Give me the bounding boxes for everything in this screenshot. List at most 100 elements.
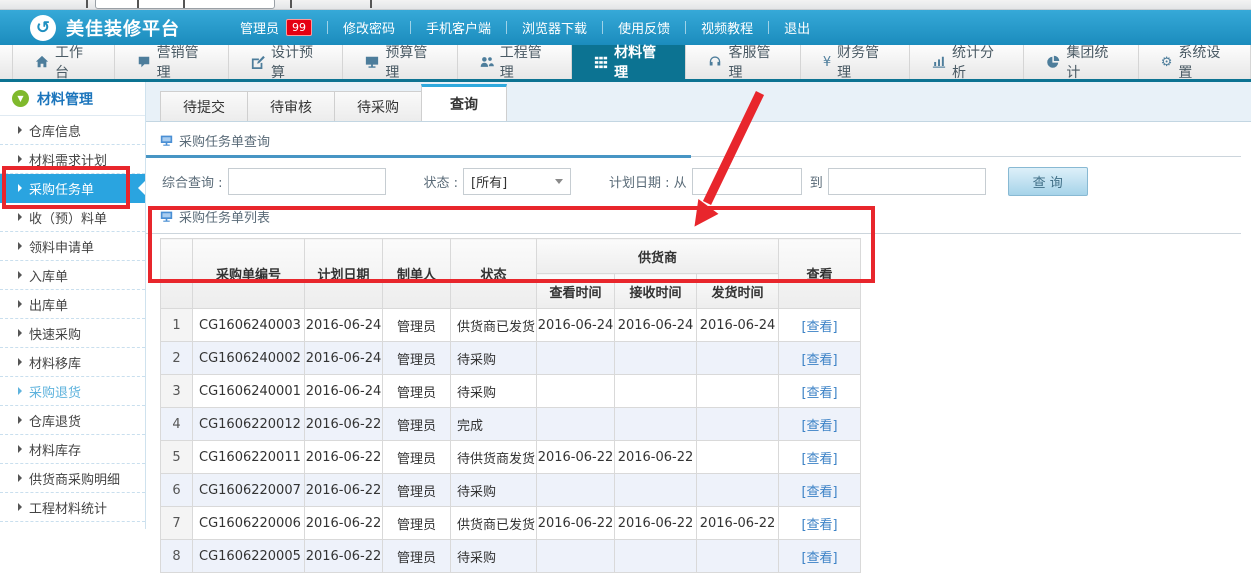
nav-item-engineering[interactable]: 工程管理 xyxy=(458,45,572,79)
tab-pending-purchase[interactable]: 待采购 xyxy=(334,91,422,121)
cell-plan-date: 2016-06-24 xyxy=(305,309,383,342)
gear-icon: ⚙ xyxy=(1161,55,1173,70)
nav-item-design-budget[interactable]: 设计预算 xyxy=(229,45,343,79)
cell-ship-time xyxy=(697,540,779,573)
nav-item-budget[interactable]: 预算管理 xyxy=(343,45,457,79)
cell-code: CG1606220011 xyxy=(193,441,305,474)
sidebar-item-purchase-return[interactable]: 采购退货 xyxy=(0,377,145,406)
topbar-link-mobile-client[interactable]: 手机客户端 xyxy=(426,18,491,37)
plan-date-to-input[interactable] xyxy=(828,168,986,195)
triangle-icon xyxy=(18,242,22,250)
plan-date-from-input[interactable] xyxy=(692,168,802,195)
nav-item-system-settings[interactable]: ⚙ 系统设置 xyxy=(1139,45,1251,79)
status-select[interactable]: [所有] xyxy=(463,168,571,195)
nav-item-group-stats[interactable]: 集团统计 xyxy=(1024,45,1138,79)
cell-status: 待采购 xyxy=(451,474,537,507)
separator xyxy=(768,21,769,34)
topbar-link-feedback[interactable]: 使用反馈 xyxy=(618,18,670,37)
triangle-icon xyxy=(18,271,22,279)
grid-icon xyxy=(594,55,608,69)
nav-item-marketing[interactable]: 营销管理 xyxy=(115,45,229,79)
combined-query-input[interactable] xyxy=(228,168,386,195)
triangle-icon xyxy=(18,387,22,395)
sidebar-item-warehouse-return[interactable]: 仓库退货 xyxy=(0,406,145,435)
triangle-icon xyxy=(18,184,22,192)
list-section-title: 采购任务单列表 xyxy=(179,207,270,226)
nav-item-customer-service[interactable]: 客服管理 xyxy=(686,45,800,79)
sidebar-item-material-demand-plan[interactable]: 材料需求计划 xyxy=(0,145,145,174)
nav-item-workbench[interactable]: 工作台 xyxy=(12,45,115,79)
sidebar-item-purchase-task[interactable]: 采购任务单 xyxy=(0,174,145,203)
cell-creator: 管理员 xyxy=(383,375,451,408)
search-button[interactable]: 查 询 xyxy=(1008,167,1088,196)
cell-ship-time xyxy=(697,342,779,375)
nav-item-finance[interactable]: ¥ 财务管理 xyxy=(801,45,910,79)
cell-plan-date: 2016-06-22 xyxy=(305,540,383,573)
cell-receive-time xyxy=(615,540,697,573)
view-link[interactable]: [查看] xyxy=(801,551,837,566)
cell-view-time xyxy=(537,375,615,408)
nav-item-label: 客服管理 xyxy=(728,42,777,82)
cell-creator: 管理员 xyxy=(383,474,451,507)
nav-item-label: 营销管理 xyxy=(157,42,206,82)
sidebar-item-label: 采购退货 xyxy=(29,382,81,401)
cell-receive-time: 2016-06-22 xyxy=(615,441,697,474)
sidebar-item-warehouse-info[interactable]: 仓库信息 xyxy=(0,116,145,145)
combined-query-label: 综合查询 : xyxy=(162,172,223,191)
cell-plan-date: 2016-06-24 xyxy=(305,375,383,408)
view-link[interactable]: [查看] xyxy=(801,518,837,533)
view-link[interactable]: [查看] xyxy=(801,485,837,500)
topbar-link-browser-download[interactable]: 浏览器下载 xyxy=(522,18,587,37)
topbar-link-video-tutorial[interactable]: 视频教程 xyxy=(701,18,753,37)
sidebar-item-receive-note[interactable]: 收（预）料单 xyxy=(0,203,145,232)
sidebar-item-material-request[interactable]: 领料申请单 xyxy=(0,232,145,261)
cell-view-time xyxy=(537,540,615,573)
view-link[interactable]: [查看] xyxy=(801,386,837,401)
col-header-code: 采购单编号 xyxy=(193,239,305,309)
monitor-icon xyxy=(160,210,173,223)
view-link[interactable]: [查看] xyxy=(801,353,837,368)
topbar-link-change-password[interactable]: 修改密码 xyxy=(343,18,395,37)
nav-item-materials[interactable]: 材料管理 xyxy=(572,45,686,79)
sidebar-item-outbound[interactable]: 出库单 xyxy=(0,290,145,319)
sidebar-item-label: 收（预）料单 xyxy=(29,208,107,227)
cell-ship-time xyxy=(697,474,779,507)
cell-view-time xyxy=(537,474,615,507)
sidebar-item-inbound[interactable]: 入库单 xyxy=(0,261,145,290)
sidebar-item-label: 供货商采购明细 xyxy=(29,469,120,488)
separator xyxy=(506,21,507,34)
cell-receive-time: 2016-06-24 xyxy=(615,309,697,342)
sidebar-header[interactable]: ▼ 材料管理 xyxy=(0,82,145,116)
sidebar-item-label: 采购任务单 xyxy=(29,179,94,198)
view-link[interactable]: [查看] xyxy=(801,419,837,434)
cell-view-time: 2016-06-22 xyxy=(537,507,615,540)
triangle-icon xyxy=(18,126,22,134)
chevron-down-icon xyxy=(555,179,563,184)
cell-creator: 管理员 xyxy=(383,540,451,573)
sidebar-item-quick-purchase[interactable]: 快速采购 xyxy=(0,319,145,348)
notification-badge[interactable]: 99 xyxy=(286,19,312,36)
tab-query[interactable]: 查询 xyxy=(421,84,507,121)
tab-pending-audit[interactable]: 待审核 xyxy=(247,91,335,121)
cell-code: CG1606240003 xyxy=(193,309,305,342)
barchart-icon xyxy=(932,55,946,69)
view-link[interactable]: [查看] xyxy=(801,452,837,467)
separator xyxy=(685,21,686,34)
tab-pending-submit[interactable]: 待提交 xyxy=(160,91,248,121)
main-nav: 工作台 营销管理 设计预算 预算管理 工程管理 材料管理 客服管理 ¥ 财务管理… xyxy=(0,45,1251,82)
cell-ship-time: 2016-06-24 xyxy=(697,309,779,342)
sidebar-item-material-move[interactable]: 材料移库 xyxy=(0,348,145,377)
sidebar-item-label: 领料申请单 xyxy=(29,237,94,256)
brand-title: 美佳装修平台 xyxy=(66,15,180,41)
sidebar-item-supplier-purchase-detail[interactable]: 供货商采购明细 xyxy=(0,464,145,493)
row-number: 3 xyxy=(161,375,193,408)
view-link[interactable]: [查看] xyxy=(801,320,837,335)
sidebar-item-label: 入库单 xyxy=(29,266,68,285)
topbar-link-logout[interactable]: 退出 xyxy=(784,18,810,37)
query-section-header: 采购任务单查询 xyxy=(146,122,1251,155)
nav-item-statistics[interactable]: 统计分析 xyxy=(910,45,1024,79)
sidebar-item-project-material-stats[interactable]: 工程材料统计 xyxy=(0,493,145,522)
cell-view-time: 2016-06-22 xyxy=(537,441,615,474)
sidebar-item-label: 快速采购 xyxy=(29,324,81,343)
sidebar-item-material-stock[interactable]: 材料库存 xyxy=(0,435,145,464)
